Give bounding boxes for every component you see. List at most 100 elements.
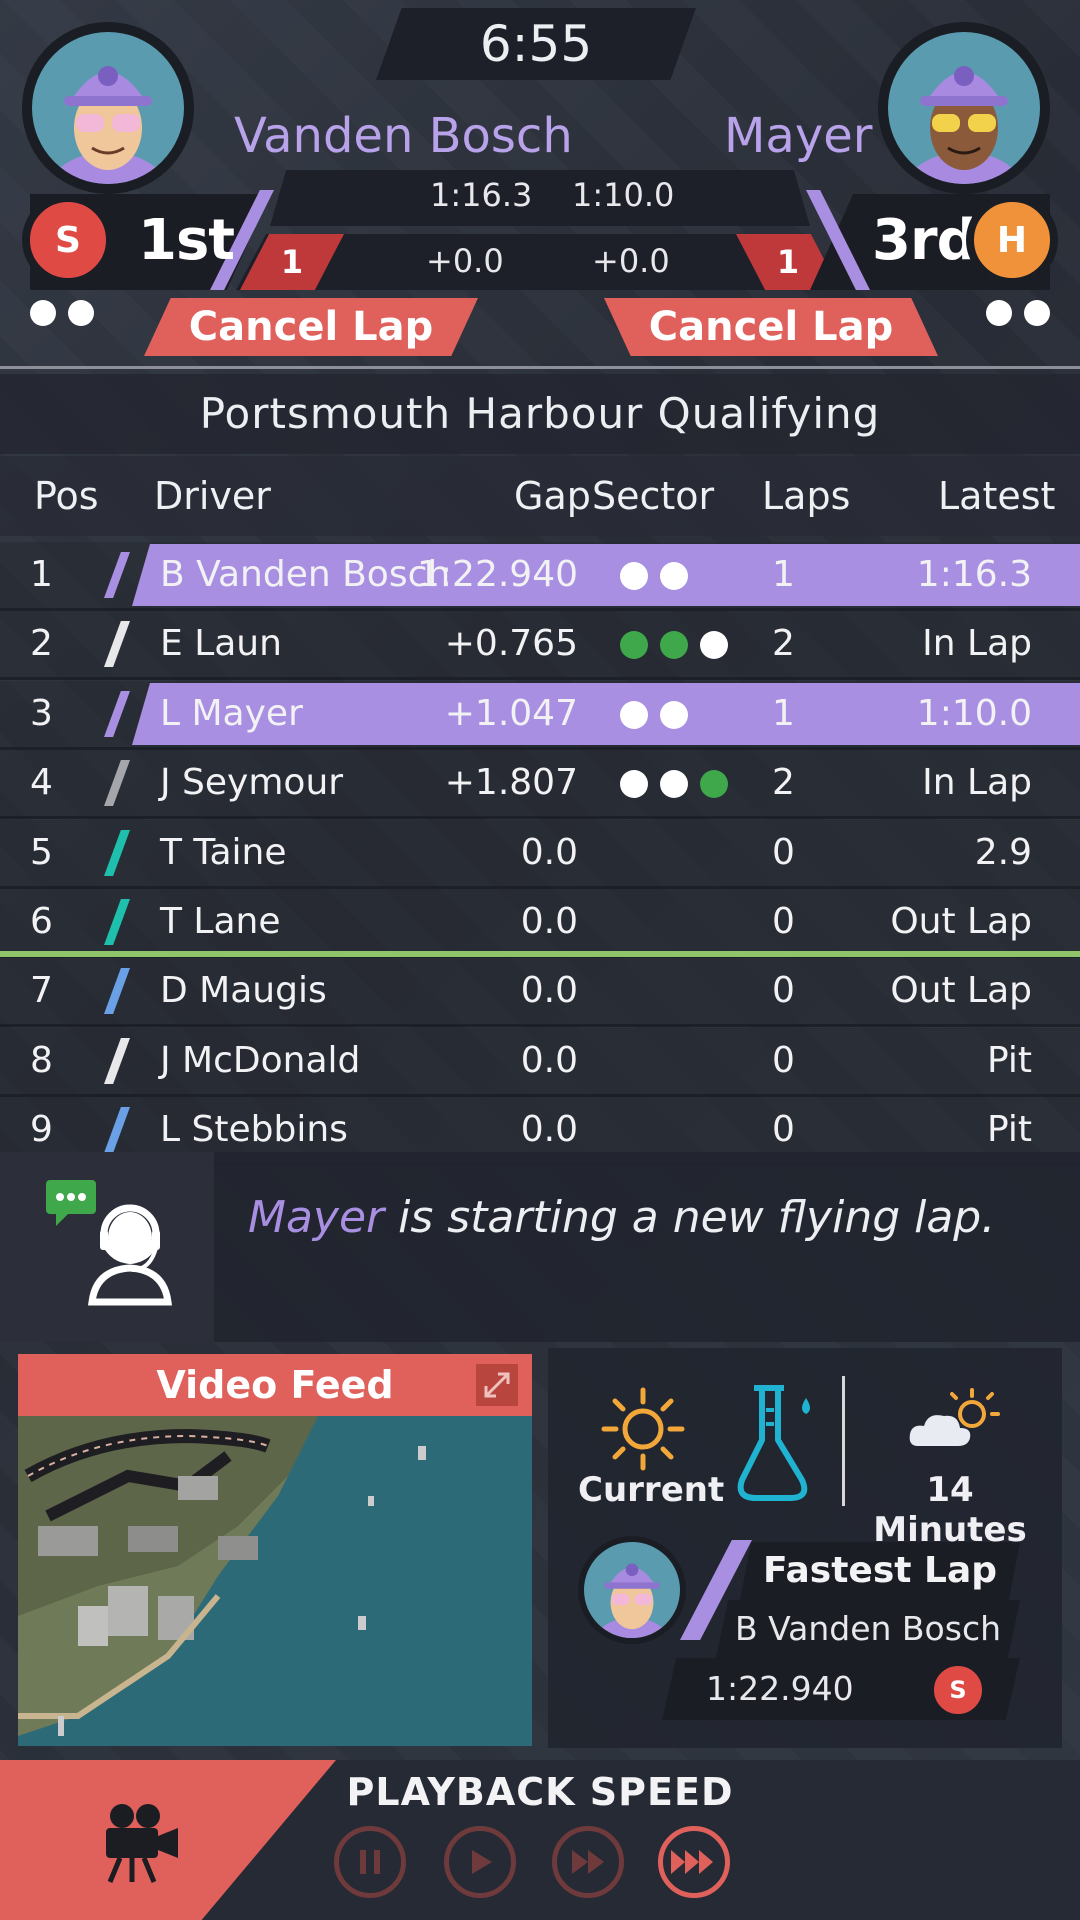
play-button[interactable] (444, 1826, 516, 1898)
play-icon (472, 1850, 492, 1874)
col-latest: Latest (938, 474, 1056, 518)
track-temperature-icon (737, 1385, 810, 1501)
team-color-stripe (104, 899, 130, 945)
pause-button[interactable] (334, 1826, 406, 1898)
right-session-dots (986, 300, 1062, 330)
sector-dot (660, 562, 688, 590)
fastest-lap-driver: B Vanden Bosch (734, 1609, 1001, 1648)
current-weather-label: Current (578, 1470, 725, 1510)
fastest-lap-time: 1:22.940 (706, 1669, 854, 1708)
row-sectors (620, 611, 740, 677)
expand-video-button[interactable] (476, 1364, 518, 1406)
team-color-stripe (104, 691, 130, 737)
expand-icon (484, 1372, 510, 1398)
row-latest: Pit (986, 1040, 1032, 1081)
col-gap: Gap (514, 474, 591, 518)
row-driver: L Mayer (160, 693, 303, 734)
race-engineer-icon (46, 1180, 172, 1306)
header-divider (0, 366, 1080, 369)
row-laps: 1 (772, 693, 795, 734)
team-color-stripe (104, 760, 130, 806)
row-driver: T Lane (160, 901, 281, 942)
right-driver-avatar (878, 22, 1050, 194)
row-sectors (620, 542, 700, 608)
video-feed-image[interactable] (18, 1416, 532, 1746)
row-laps: 2 (772, 623, 795, 664)
row-driver: E Laun (160, 623, 282, 664)
left-driver-position: 1st (138, 208, 235, 273)
standings-row[interactable]: 3 L Mayer +1.047 1 1:10.0 (0, 681, 1080, 750)
col-sector: Sector (592, 474, 715, 518)
row-laps: 0 (772, 1040, 795, 1081)
left-delta: +0.0 (426, 242, 504, 280)
session-dot (68, 300, 94, 326)
video-feed-title: Video Feed (156, 1363, 394, 1407)
standings-row[interactable]: 7 D Maugis 0.0 0 Out Lap (0, 958, 1080, 1027)
team-color-stripe (104, 830, 130, 876)
partly-cloudy-icon (909, 1388, 1000, 1446)
session-title: Portsmouth Harbour Qualifying (0, 374, 1080, 454)
left-cancel-lap-button[interactable]: Cancel Lap (144, 298, 478, 356)
row-laps: 0 (772, 901, 795, 942)
row-latest: Out Lap (890, 970, 1032, 1011)
row-driver: J McDonald (160, 1040, 361, 1081)
row-laps: 1 (772, 554, 795, 595)
best-time-strip (270, 170, 810, 226)
standings-row[interactable]: 8 J McDonald 0.0 0 Pit (0, 1028, 1080, 1097)
row-gap: 0.0 (520, 832, 578, 873)
col-driver: Driver (154, 474, 271, 518)
sector-dot (620, 631, 648, 659)
col-laps: Laps (762, 474, 851, 518)
sector-dot (660, 770, 688, 798)
fast-forward-icon (572, 1850, 604, 1874)
row-latest: 1:16.3 (916, 554, 1032, 595)
standings-row[interactable]: 6 T Lane 0.0 0 Out Lap (0, 889, 1080, 958)
session-timer: 6:55 (479, 15, 593, 73)
fastest-forward-icon (671, 1850, 713, 1874)
fastest-lap-avatar (578, 1536, 686, 1644)
row-laps: 0 (772, 832, 795, 873)
right-best-time: 1:10.0 (572, 176, 675, 214)
sector-dot (620, 562, 648, 590)
row-position: 7 (30, 970, 53, 1011)
fastest-forward-button[interactable] (658, 1826, 730, 1898)
session-dot (30, 300, 56, 326)
right-cancel-lap-button[interactable]: Cancel Lap (604, 298, 938, 356)
row-position: 6 (30, 901, 53, 942)
fastest-lap-title: Fastest Lap (763, 1550, 997, 1591)
row-gap: +1.047 (444, 693, 578, 734)
left-driver-name: Vanden Bosch (234, 108, 573, 164)
row-position: 1 (30, 554, 53, 595)
sector-dot (660, 701, 688, 729)
row-driver: B Vanden Bosch (160, 554, 451, 595)
row-laps: 0 (772, 970, 795, 1011)
forecast-weather-label: 14 Minutes (873, 1470, 1027, 1550)
standings-row[interactable]: 4 J Seymour +1.807 2 In Lap (0, 750, 1080, 819)
standings-row[interactable]: 1 B Vanden Bosch 1:22.940 1 1:16.3 (0, 542, 1080, 611)
standings-row[interactable]: 2 E Laun +0.765 2 In Lap (0, 611, 1080, 680)
row-gap: +1.807 (444, 762, 578, 803)
row-position: 8 (30, 1040, 53, 1081)
row-position: 2 (30, 623, 53, 664)
row-latest: Out Lap (890, 901, 1032, 942)
row-gap: +0.765 (444, 623, 578, 664)
fastest-lap-soft-tyre-icon: S (930, 1662, 986, 1718)
qualifying-cutoff-line (0, 951, 1080, 957)
standings-header: Pos Driver Gap Sector Laps Latest (0, 456, 1080, 536)
right-driver-position: 3rd (872, 208, 977, 273)
row-gap: 1:22.940 (417, 554, 578, 595)
row-sectors (620, 750, 740, 816)
fast-forward-button[interactable] (552, 1826, 624, 1898)
sector-dot (700, 770, 728, 798)
message-body: is starting a new flying lap. (384, 1192, 996, 1243)
standings-row[interactable]: 5 T Taine 0.0 0 2.9 (0, 820, 1080, 889)
row-sectors (620, 681, 700, 747)
message-driver-name: Mayer (248, 1192, 385, 1243)
left-best-time: 1:16.3 (430, 176, 533, 214)
row-gap: 0.0 (520, 970, 578, 1011)
team-color-stripe (104, 1038, 130, 1084)
team-color-stripe (104, 621, 130, 667)
engineer-icon-box (0, 1152, 214, 1342)
row-latest: 1:10.0 (916, 693, 1032, 734)
right-driver-name: Mayer (724, 108, 873, 164)
